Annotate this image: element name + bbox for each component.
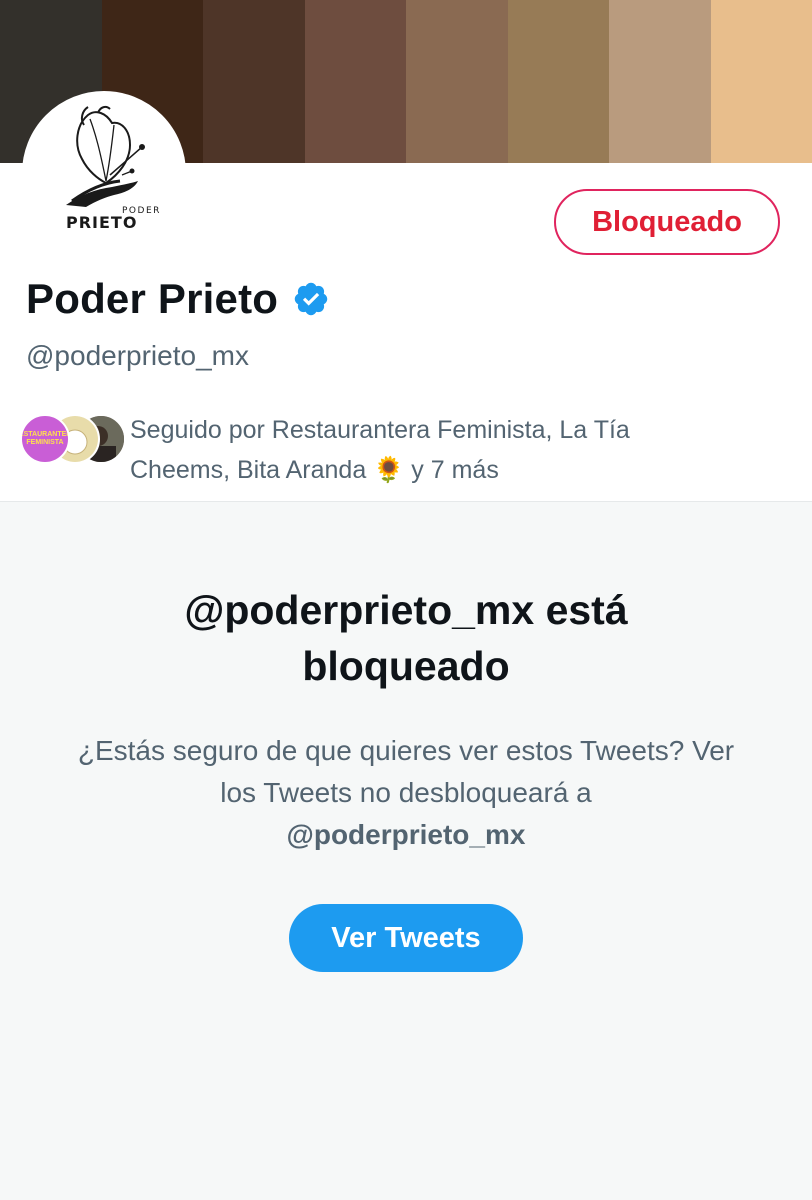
banner-stripe (406, 0, 508, 163)
follower-avatar-text: RESTAURANTERA FEMINISTA (22, 431, 68, 446)
profile-handle: @poderprieto_mx (26, 340, 249, 371)
banner-stripe (304, 0, 406, 163)
verified-badge-icon[interactable] (292, 280, 330, 318)
banner-stripe (609, 0, 711, 163)
blocked-notice: @poderprieto_mx está bloqueado ¿Estás se… (0, 502, 812, 1200)
sunflower-icon: 🌻 (373, 456, 405, 484)
follower-avatars: RESTAURANTERA FEMINISTA (20, 410, 126, 466)
blocked-title: @poderprieto_mx está bloqueado (184, 587, 628, 689)
display-name-row: Poder Prieto (26, 275, 330, 323)
followed-by-text: Seguido por Restaurantera Feminista, La … (130, 410, 720, 490)
profile-avatar[interactable]: PODER PRIETO (22, 91, 186, 255)
blocked-button[interactable]: Bloqueado (554, 189, 780, 255)
banner-stripe (507, 0, 609, 163)
followed-by-more: y 7 más (411, 456, 499, 484)
banner-stripe (203, 0, 305, 163)
follower-avatar: RESTAURANTERA FEMINISTA (20, 414, 70, 464)
blocked-description: ¿Estás seguro de que quieres ver estos T… (70, 730, 742, 856)
blocked-description-text: ¿Estás seguro de que quieres ver estos T… (77, 735, 735, 808)
followed-by[interactable]: RESTAURANTERA FEMINISTA Seguido por Rest… (20, 410, 720, 490)
poder-prieto-logo: PODER PRIETO (26, 95, 182, 251)
display-name: Poder Prieto (26, 275, 279, 322)
logo-text-bottom: PRIETO (66, 213, 137, 232)
banner-stripe (710, 0, 812, 163)
blocked-description-handle: @poderprieto_mx (286, 819, 526, 850)
view-tweets-button[interactable]: Ver Tweets (289, 904, 523, 972)
